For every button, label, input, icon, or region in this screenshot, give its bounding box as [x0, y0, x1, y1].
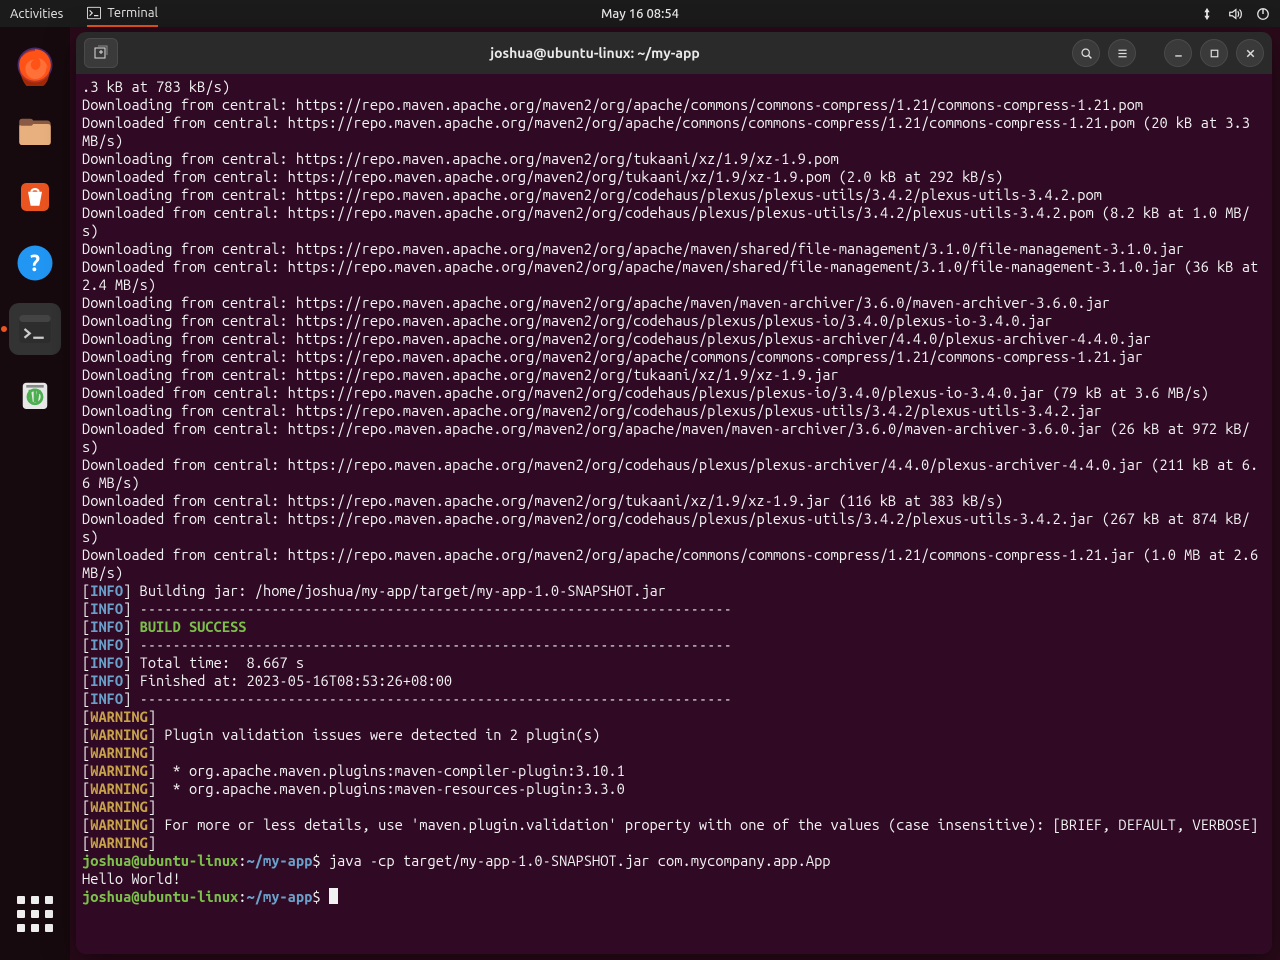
search-icon: [1080, 47, 1093, 60]
dock-files[interactable]: [9, 105, 61, 157]
dock-terminal[interactable]: [9, 303, 61, 355]
dock-trash[interactable]: [9, 369, 61, 421]
power-icon[interactable]: [1256, 7, 1270, 21]
apps-grid-icon: [17, 896, 53, 932]
close-icon: [1244, 47, 1257, 60]
maximize-icon: [1208, 47, 1221, 60]
window-title: joshua@ubuntu-linux: ~/my-app: [124, 45, 1066, 61]
svg-text:?: ?: [30, 251, 40, 276]
top-panel: Activities Terminal May 16 08:54: [0, 0, 1280, 27]
maximize-button[interactable]: [1200, 39, 1228, 67]
terminal-icon: [87, 6, 101, 20]
new-tab-icon: [93, 45, 109, 61]
active-app-label: Terminal: [107, 6, 158, 20]
activities-button[interactable]: Activities: [10, 7, 63, 21]
dock-software[interactable]: [9, 171, 61, 223]
network-icon[interactable]: [1200, 7, 1214, 21]
menu-button[interactable]: [1108, 39, 1136, 67]
minimize-icon: [1172, 47, 1185, 60]
dock-firefox[interactable]: [9, 39, 61, 91]
dock-show-apps[interactable]: [9, 888, 61, 940]
minimize-button[interactable]: [1164, 39, 1192, 67]
terminal-body[interactable]: .3 kB at 783 kB/s)Downloading from centr…: [76, 74, 1272, 954]
close-button[interactable]: [1236, 39, 1264, 67]
titlebar[interactable]: joshua@ubuntu-linux: ~/my-app: [76, 32, 1272, 74]
active-app-indicator[interactable]: Terminal: [87, 0, 158, 27]
dock: ?: [0, 27, 70, 960]
dock-help[interactable]: ?: [9, 237, 61, 289]
volume-icon[interactable]: [1228, 7, 1242, 21]
terminal-window: joshua@ubuntu-linux: ~/my-app .3 kB at 7…: [76, 32, 1272, 954]
search-button[interactable]: [1072, 39, 1100, 67]
new-tab-button[interactable]: [84, 38, 118, 68]
hamburger-icon: [1116, 47, 1129, 60]
clock[interactable]: May 16 08:54: [601, 7, 679, 21]
